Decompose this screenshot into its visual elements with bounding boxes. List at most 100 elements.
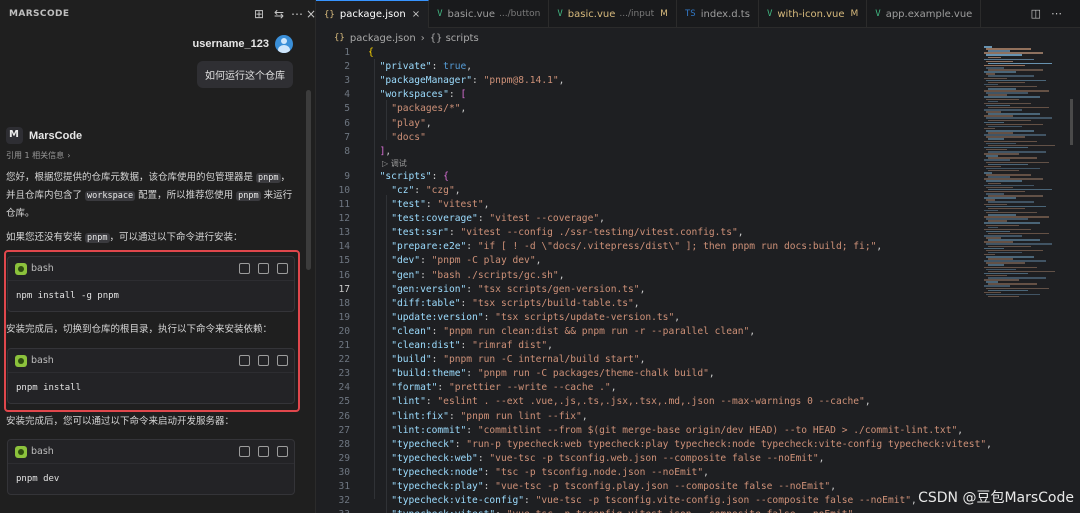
line-content: "lint:commit": "commitlint --from $(git … [391,424,964,436]
breadcrumb-symbol[interactable]: {} scripts [430,33,479,44]
settings-icon[interactable]: ⇆ [272,7,286,21]
references-toggle[interactable]: 引用 1 相关信息 › [6,150,70,161]
line-content: "dev": "pnpm -C play dev", [391,255,542,267]
line-content: "test": "vitest", [391,199,490,210]
code-block-header: bash [8,440,294,464]
copy-icon[interactable] [239,263,250,274]
chat-scrollbar[interactable] [306,90,311,270]
code-language: bash [31,355,54,366]
line-content: "test:ssr": "vitest --config ./ssr-testi… [391,227,744,239]
chat-header: MARSCODE ⊞ ⇆ ⋯ × [0,0,315,30]
editor-scrollbar[interactable] [1070,99,1073,145]
code-area[interactable]: 1 {2 "private": true, 3 "packageManager": "p… [316,45,992,513]
new-chat-icon[interactable]: ⊞ [252,7,266,21]
breadcrumb-file[interactable]: package.json [350,33,416,44]
more-icon[interactable]: ⋯ [290,7,304,21]
close-icon[interactable]: × [306,7,315,21]
code-block: bash pnpm dev [7,439,295,495]
indent-guide [374,59,375,499]
inline-code: pnpm [236,191,261,201]
debug-codelens[interactable]: ▷ 调试 [382,158,407,169]
vue-file-icon: V [766,9,773,19]
line-number: 27 [338,424,350,436]
line-number: 11 [338,199,350,210]
code-language: bash [31,263,54,274]
line-number: 32 [338,495,350,507]
line-content: "play", [391,117,432,129]
new-file-icon[interactable] [277,446,288,457]
line-content: "lint": "eslint . --ext .vue,.js,.ts,.js… [391,396,871,408]
line-content: "clean": "pnpm run clean:dist && pnpm ru… [391,325,756,337]
line-content: "clean:dist": "rimraf dist", [391,340,553,351]
minimap-line [988,295,1019,298]
line-number: 26 [338,410,350,422]
tab-basic-vue[interactable]: Vbasic.vue .../button [429,0,550,28]
line-content: "update:version": "tsx scripts/update-ve… [391,311,681,323]
line-content: "gen": "bash ./scripts/gc.sh", [391,269,565,281]
line-content: "cz": "czg", [391,184,461,196]
editor-tab-bar: {} package.json × Vbasic.vue .../button Vbasi… [316,0,1080,28]
tab-label: with-icon.vue [777,8,845,20]
close-tab-icon[interactable]: × [412,9,420,20]
tab-package-json[interactable]: {} package.json × [316,0,430,28]
code-language: bash [31,446,54,457]
tab-index-d-ts[interactable]: TS index.d.ts [677,0,759,28]
code-block: bash npm install -g pnpm [7,256,295,312]
line-number: 9 [344,170,350,182]
insert-icon[interactable] [258,446,269,457]
line-content: "prepare:e2e": "if [ ! -d \"docs/.vitepr… [391,241,883,253]
code-block-content: pnpm dev [16,474,60,484]
references-label: 引用 1 相关信息 [6,151,65,160]
user-message-bubble: 如何运行这个仓库 [197,61,293,88]
copy-icon[interactable] [239,446,250,457]
line-number: 15 [338,255,350,267]
line-number: 14 [338,241,350,253]
line-number: 13 [338,227,350,239]
line-number: 21 [338,340,350,351]
line-number: 5 [344,103,350,115]
bash-icon [15,263,27,275]
line-number: 10 [338,184,350,196]
tab-description: .../input [619,9,655,19]
tab-app-example-vue[interactable]: Vapp.example.vue [867,0,982,28]
line-number: 24 [338,382,350,394]
line-number: 7 [344,131,350,143]
line-number: 2 [344,61,350,73]
tab-label: package.json [339,9,406,20]
line-content: "build:theme": "pnpm run -C packages/the… [391,368,715,380]
line-number: 8 [344,145,350,157]
tab-basic-vue[interactable]: Vbasic.vue .../input M [549,0,677,28]
indent-guide [386,195,387,513]
after-install-paragraph: 安装完成后，切换到仓库的根目录，执行以下命令来安装依赖： [6,324,273,335]
line-number: 25 [338,396,350,408]
line-number: 28 [338,438,350,450]
watermark: CSDN @豆包MarsCode [918,490,1074,506]
line-content: "workspaces": [ [379,89,467,101]
bot-message-header: M MarsCode [6,127,82,144]
line-content: "scripts": { [379,170,449,182]
line-number: 4 [344,89,350,101]
line-number: 18 [338,297,350,309]
inline-code: pnpm [85,233,110,243]
new-file-icon[interactable] [277,355,288,366]
indent-guide [386,100,387,140]
install-hint-paragraph: 如果您还没有安装 pnpm ，可以通过以下命令进行安装： [6,232,243,243]
line-content: "docs" [391,131,426,143]
insert-icon[interactable] [258,263,269,274]
copy-icon[interactable] [239,355,250,366]
code-block-header: bash [8,257,294,281]
split-editor-icon[interactable]: ◫ [1031,7,1051,20]
code-block: bash pnpm install [7,348,295,404]
bash-icon [15,446,27,458]
line-number: 30 [338,466,350,478]
tab-with-icon-vue[interactable]: Vwith-icon.vue M [759,0,868,28]
vue-file-icon: V [875,9,881,19]
line-content: "diff:table": "tsx scripts/build-table.t… [391,297,640,309]
more-actions-icon[interactable]: ⋯ [1051,7,1072,20]
insert-icon[interactable] [258,355,269,366]
line-number: 17 [338,283,350,295]
new-file-icon[interactable] [277,263,288,274]
line-number: 23 [338,368,350,380]
minimap[interactable] [980,44,1080,513]
user-message-header: username_123 [193,34,293,54]
